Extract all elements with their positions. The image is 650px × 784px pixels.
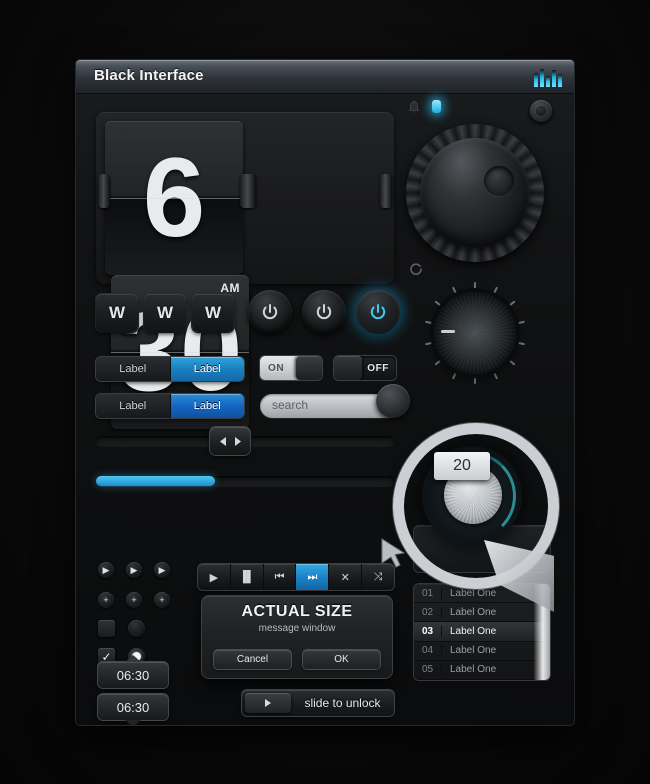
list-item-label: Label One [450,606,497,618]
segmented-control-2[interactable]: Label Label [96,394,244,418]
bell-icon [408,100,420,114]
list-item-index: 04 [414,645,442,657]
knob-position-marker [441,329,455,333]
message-dialog: ACTUAL SIZE message window Cancel OK [202,596,392,678]
power-button-3[interactable] [356,290,400,334]
tone-knob-small[interactable] [425,282,525,384]
w-button-2[interactable]: W [144,294,186,332]
ok-button[interactable]: OK [303,650,380,669]
power-button-2[interactable] [302,290,346,334]
toggle-switch-off[interactable]: OFF [334,356,396,380]
power-icon [262,304,278,320]
progress-fill [96,476,216,486]
arrow-button-1[interactable]: ▶ [98,562,114,578]
media-pause-button[interactable]: ▐▌ [231,564,264,590]
app-window: Black Interface 6 30 AM W W W Label Labe… [76,60,574,725]
media-play-button[interactable]: ▶ [198,564,231,590]
flip-hinge-line [105,198,243,199]
plus-button-3[interactable]: + [154,592,170,608]
cursor-arrow-icon [380,538,406,568]
unlock-label: slide to unlock [304,696,381,710]
caret-down-icon [125,720,141,725]
clock-meridiem: AM [220,281,240,295]
arrow-button-3[interactable]: ▶ [154,562,170,578]
list-item-label: Label One [450,587,497,599]
segment-right[interactable]: Label [170,357,244,381]
list-item[interactable]: 04 Label One [414,642,550,661]
flip-axle-right [380,174,392,208]
led-indicator [432,100,441,113]
power-icon [370,304,386,320]
segment-right[interactable]: Label [170,394,244,418]
arrow-right-icon [234,436,241,446]
toggle-off-label: OFF [367,362,389,374]
plus-button-1[interactable]: + [98,592,114,608]
radio-unselected[interactable] [128,620,145,637]
segment-left[interactable]: Label [96,394,171,418]
checkbox-unchecked[interactable] [98,620,115,637]
unlock-handle[interactable] [245,693,291,713]
list-item-index: 01 [414,587,442,599]
list-item-label: Label One [450,664,497,676]
list-item-label: Label One [450,625,497,637]
w-button-3[interactable]: W [192,294,234,332]
list-item[interactable]: 02 Label One [414,603,550,623]
equalizer-icon [534,67,562,87]
power-cycle-icon [409,262,423,276]
arrow-button-2[interactable]: ▶ [126,562,142,578]
toggle-knob[interactable] [334,356,362,380]
slider-handle[interactable] [210,427,250,455]
dialog-buttons: Cancel OK [214,650,380,669]
list-item-index: 02 [414,606,442,618]
search-knob-icon[interactable] [376,384,410,418]
progress-bar[interactable] [96,476,394,486]
dialog-subtitle: message window [258,623,336,634]
media-toolbar[interactable]: ▶ ▐▌ ⏮ ⏭ ✕ ⤨ [198,564,394,590]
toggle-switch-on[interactable]: ON [260,356,322,380]
flip-axle-left [98,174,110,208]
round-button-icon[interactable] [530,100,552,122]
flip-axle-middle [240,174,256,208]
list-item-selected[interactable]: 03 Label One [414,622,550,642]
title-bar: Black Interface [76,60,574,94]
media-next-button[interactable]: ⏭ [296,564,330,590]
dialog-title: ACTUAL SIZE [241,603,353,620]
arrow-right-icon [265,699,271,707]
slide-to-unlock[interactable]: slide to unlock [242,690,394,716]
power-icon [316,304,332,320]
w-button-1[interactable]: W [96,294,138,332]
search-placeholder: search [272,398,309,412]
segmented-control-1[interactable]: Label Label [96,357,244,381]
knob-cap [420,138,530,248]
toggle-on-label: ON [268,362,285,374]
list-item-index: 05 [414,664,442,676]
time-display-top[interactable]: 06:30 [98,655,168,688]
plus-button-2[interactable]: + [126,592,142,608]
arrow-left-icon [219,436,226,446]
knob-dimple [484,166,514,196]
list-item-index: 03 [414,625,442,637]
segment-left[interactable]: Label [96,357,171,381]
window-title: Black Interface [94,67,204,84]
cancel-button[interactable]: Cancel [214,650,291,669]
time-display-bottom[interactable]: 06:30 [98,694,168,725]
media-previous-button[interactable]: ⏮ [264,564,297,590]
toggle-knob[interactable] [296,356,322,380]
window-body: 6 30 AM W W W Label Label Label Label ON… [76,94,574,725]
flip-hinge-line [111,352,249,353]
screen-root: Black Interface 6 30 AM W W W Label Labe… [0,0,650,784]
flip-clock[interactable]: 6 30 AM [96,112,394,429]
list-item-label: Label One [450,645,497,657]
media-close-button[interactable]: ✕ [329,564,363,590]
power-button-1[interactable] [248,290,292,334]
caret-up-icon [125,655,141,662]
volume-knob-large[interactable] [406,124,544,262]
knob-cap [434,292,516,374]
flip-card-hours: 6 [105,121,243,275]
list-item[interactable]: 05 Label One [414,661,550,680]
